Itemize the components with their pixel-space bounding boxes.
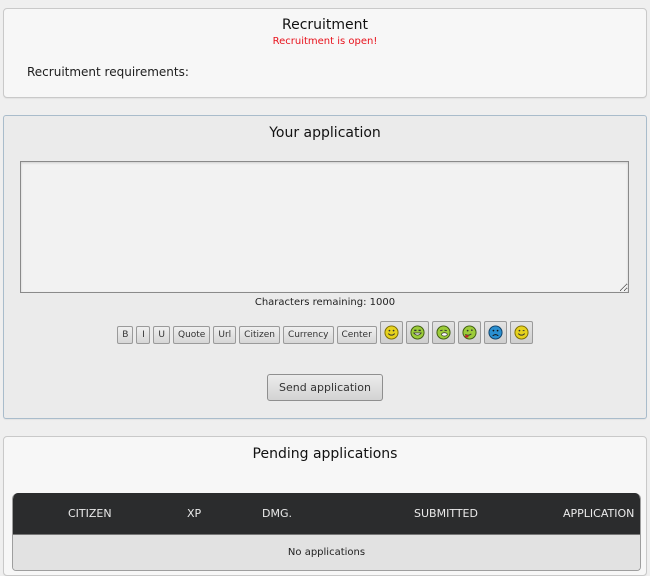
url-button[interactable]: Url bbox=[213, 326, 237, 344]
sick-icon bbox=[436, 325, 451, 340]
smiley-sick-button[interactable] bbox=[431, 321, 455, 344]
application-panel: Your application Characters remaining: 1… bbox=[3, 115, 647, 419]
application-title: Your application bbox=[269, 125, 381, 141]
smiley-grin-button[interactable] bbox=[405, 321, 429, 344]
pending-applications-title: Pending applications bbox=[252, 446, 398, 462]
characters-remaining-label: Characters remaining: bbox=[254, 297, 367, 308]
column-header-xp[interactable]: XP bbox=[187, 507, 201, 520]
column-header-citizen[interactable]: CITIZEN bbox=[68, 507, 112, 520]
characters-remaining: Characters remaining: 1000 bbox=[4, 297, 646, 308]
recruitment-title: Recruitment bbox=[281, 17, 369, 33]
empty-message: No applications bbox=[287, 547, 366, 558]
wink-icon bbox=[514, 325, 529, 340]
recruitment-panel: Recruitment Recruitment is open! Recruit… bbox=[3, 8, 647, 98]
characters-remaining-value: 1000 bbox=[369, 297, 396, 308]
sad-icon bbox=[488, 325, 503, 340]
table-header: CITIZEN XP DMG. SUBMITTED APPLICATION bbox=[13, 493, 640, 534]
smiley-sad-button[interactable] bbox=[483, 321, 507, 344]
currency-button[interactable]: Currency bbox=[282, 326, 334, 344]
recruitment-status: Recruitment is open! bbox=[272, 36, 378, 47]
smiley-smile-button[interactable] bbox=[379, 321, 403, 344]
application-textarea[interactable] bbox=[20, 161, 629, 293]
tongue-icon bbox=[462, 325, 477, 340]
quote-button[interactable]: Quote bbox=[172, 326, 211, 344]
pending-applications-table: CITIZEN XP DMG. SUBMITTED APPLICATION No… bbox=[12, 493, 641, 571]
bold-button[interactable]: B bbox=[117, 326, 134, 344]
underline-button[interactable]: U bbox=[153, 326, 170, 344]
column-header-dmg[interactable]: DMG. bbox=[262, 507, 292, 520]
smiley-tongue-button[interactable] bbox=[457, 321, 481, 344]
smile-icon bbox=[384, 325, 399, 340]
column-header-submitted[interactable]: SUBMITTED bbox=[414, 507, 478, 520]
pending-applications-panel: Pending applications CITIZEN XP DMG. SUB… bbox=[3, 436, 647, 576]
italic-button[interactable]: I bbox=[136, 326, 151, 344]
column-header-application[interactable]: APPLICATION bbox=[563, 507, 634, 520]
citizen-button[interactable]: Citizen bbox=[239, 326, 280, 344]
recruitment-requirements-label: Recruitment requirements: bbox=[27, 65, 189, 79]
grin-icon bbox=[410, 325, 425, 340]
send-application-button[interactable]: Send application bbox=[267, 374, 383, 401]
center-button[interactable]: Center bbox=[336, 326, 377, 344]
formatting-toolbar: B I U Quote Url Citizen Currency Center bbox=[4, 321, 646, 344]
smiley-wink-button[interactable] bbox=[509, 321, 533, 344]
empty-table-row: No applications bbox=[13, 534, 640, 570]
